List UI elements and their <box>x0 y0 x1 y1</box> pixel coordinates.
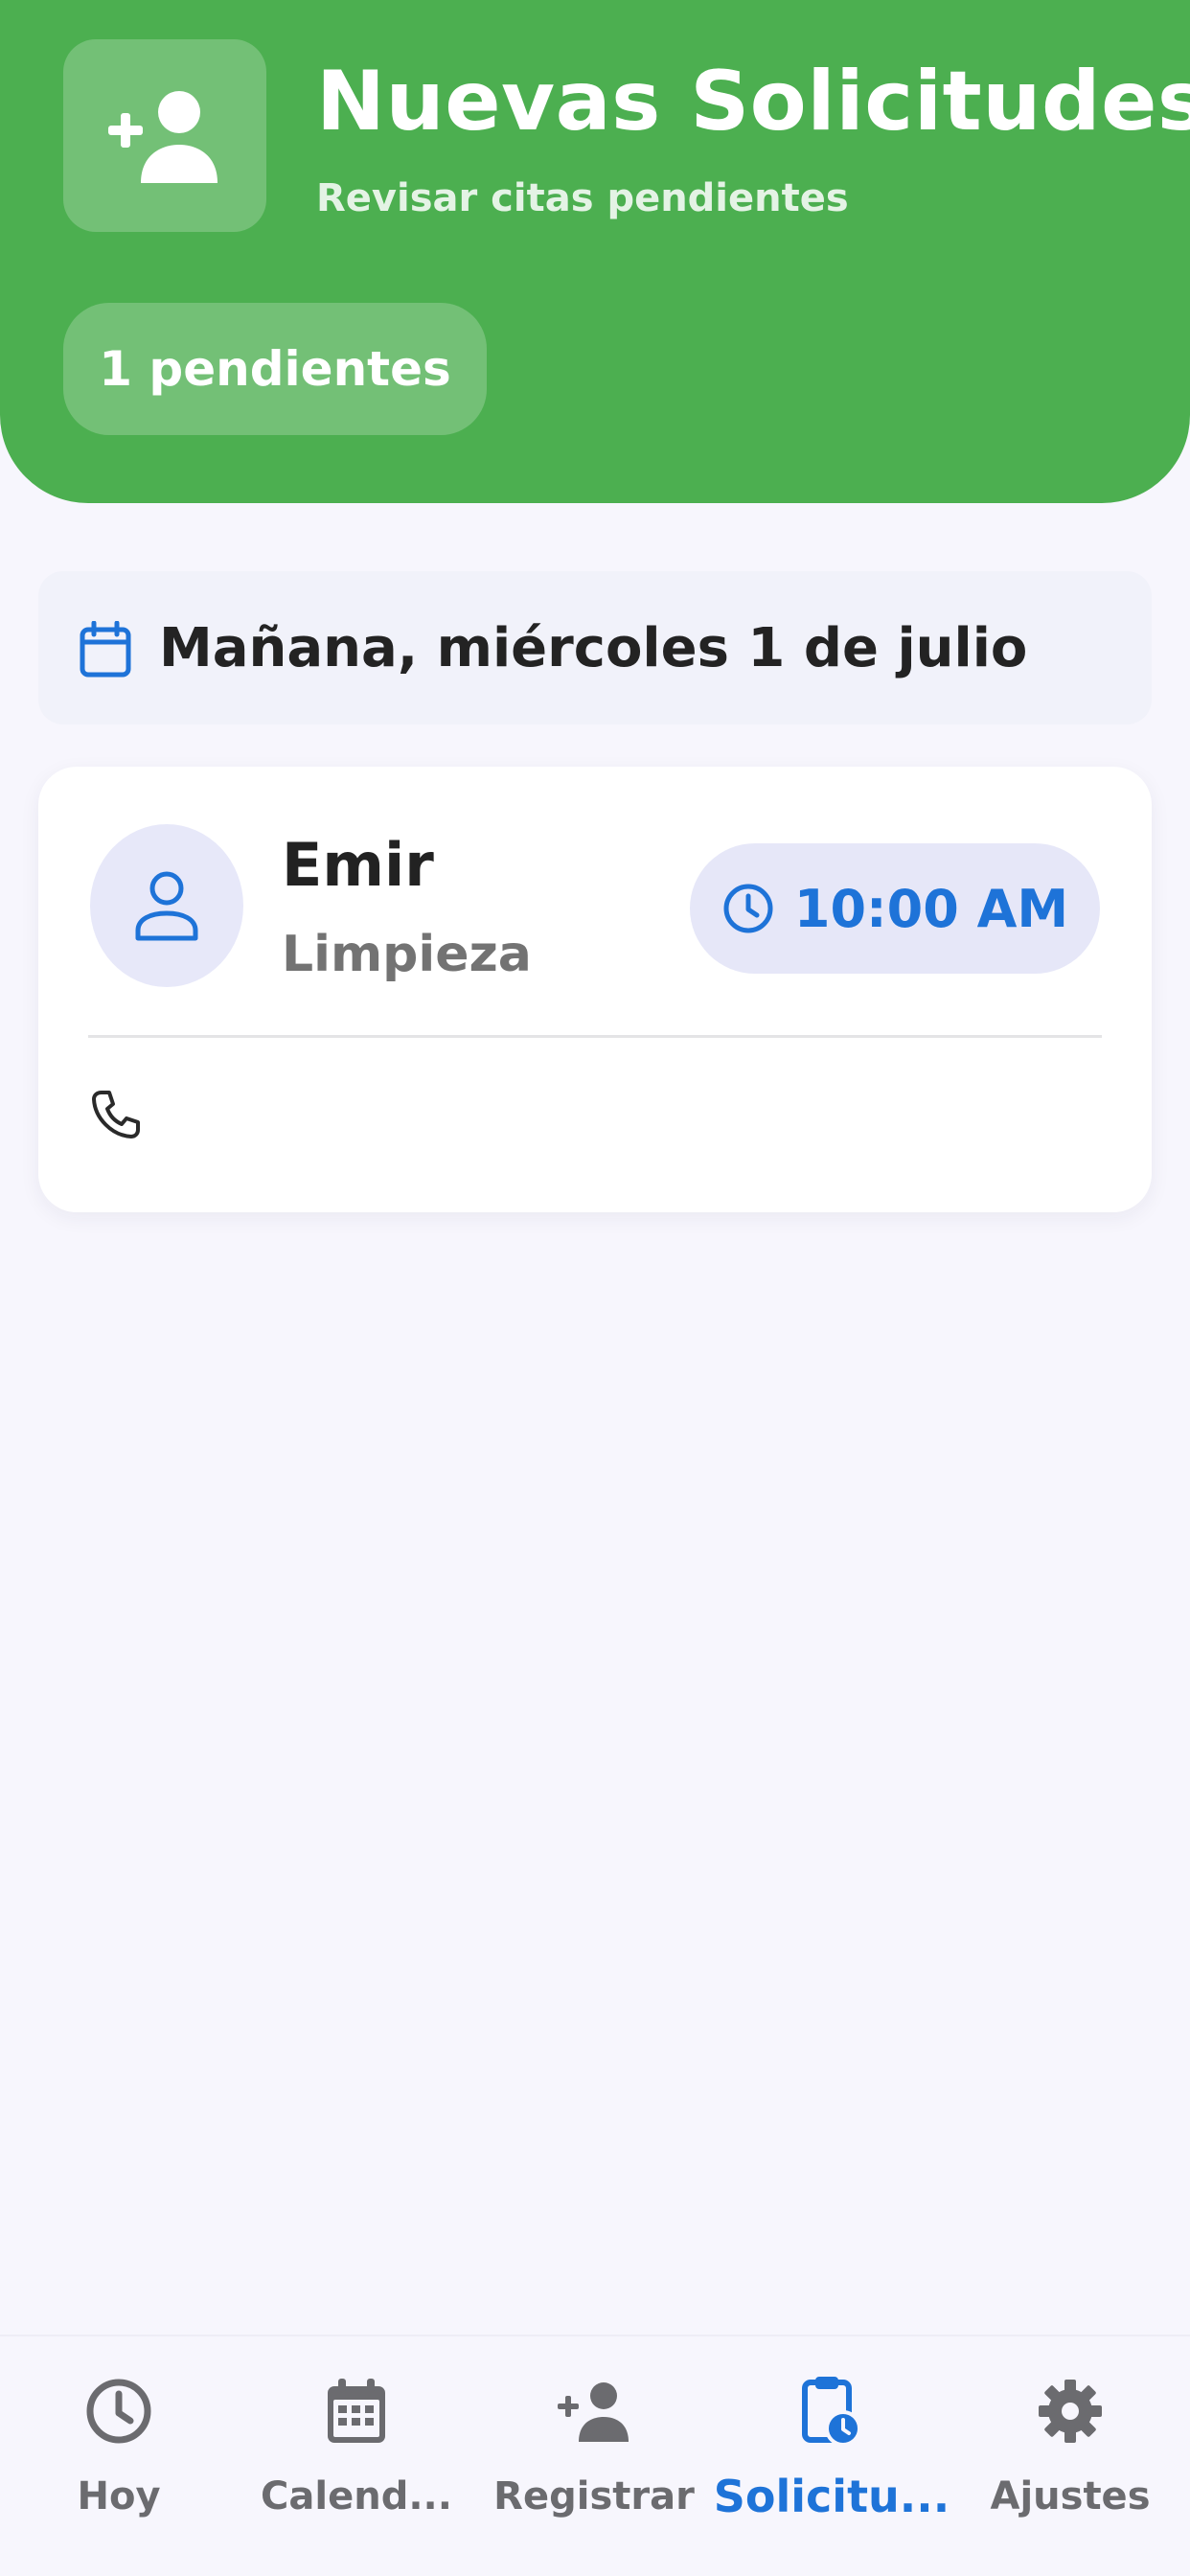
phone-icon <box>92 1091 140 1138</box>
clock-icon <box>723 884 773 933</box>
date-label: Mañana, miércoles 1 de julio <box>159 617 1028 679</box>
appointment-time-chip: 10:00 AM <box>690 843 1100 974</box>
gear-icon <box>1039 2380 1102 2443</box>
service-name: Limpieza <box>282 926 532 983</box>
nav-item-solicitudes[interactable]: Solicitu... <box>713 2336 950 2576</box>
clipboard-clock-icon <box>802 2377 861 2447</box>
appointment-time: 10:00 AM <box>793 878 1069 939</box>
nav-item-ajustes[interactable]: Ajustes <box>950 2336 1190 2576</box>
nav-item-registrar[interactable]: Registrar <box>475 2336 713 2576</box>
solicitudes-screen: Nuevas Solicitudes Revisar citas pendien… <box>0 0 1190 2576</box>
clock-icon <box>86 2379 151 2444</box>
header: Nuevas Solicitudes Revisar citas pendien… <box>0 0 1190 503</box>
calendar-grid-icon <box>328 2379 385 2443</box>
request-card[interactable]: Emir Limpieza 10:00 AM <box>38 767 1152 1212</box>
page-title: Nuevas Solicitudes <box>316 54 1190 150</box>
nav-item-calendario[interactable]: Calend... <box>238 2336 475 2576</box>
person-add-icon <box>108 90 217 183</box>
page-subtitle: Revisar citas pendientes <box>316 176 849 220</box>
date-section-header: Mañana, miércoles 1 de julio <box>38 571 1152 724</box>
nav-label-ajustes: Ajustes <box>990 2474 1151 2518</box>
nav-label-registrar: Registrar <box>493 2474 695 2518</box>
client-name: Emir <box>282 830 434 900</box>
calendar-icon <box>80 621 131 678</box>
nav-label-calendario: Calend... <box>261 2474 452 2518</box>
nav-item-hoy[interactable]: Hoy <box>0 2336 238 2576</box>
pending-count-badge: 1 pendientes <box>63 303 487 435</box>
card-divider <box>88 1035 1102 1038</box>
header-icon-tile <box>63 39 266 232</box>
bottom-navigation: Hoy Calend... Registrar Solicitu... Ajus… <box>0 2334 1190 2576</box>
person-outline-icon <box>135 871 198 941</box>
nav-label-solicitudes: Solicitu... <box>713 2471 950 2522</box>
person-add-icon <box>558 2382 629 2442</box>
avatar <box>90 824 243 987</box>
nav-label-hoy: Hoy <box>77 2474 161 2518</box>
